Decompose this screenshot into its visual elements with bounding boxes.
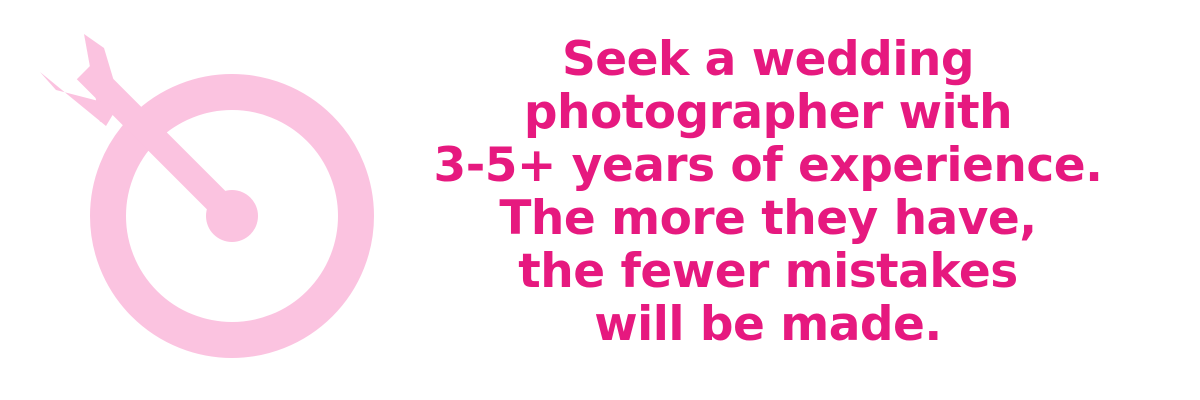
infographic-card: Seek a wedding photographer with 3-5+ ye… bbox=[0, 0, 1200, 400]
tip-line-1: Seek a wedding bbox=[561, 32, 975, 87]
tip-line-4: The more they have, bbox=[499, 191, 1037, 246]
tip-line-6: will be made. bbox=[594, 297, 942, 352]
tip-line-3: 3-5+ years of experience. bbox=[433, 138, 1103, 193]
target-graphic bbox=[0, 0, 400, 400]
tip-line-5: the fewer mistakes bbox=[518, 244, 1018, 299]
target-with-arrow-icon bbox=[40, 34, 374, 358]
experience-tip-text: Seek a wedding photographer with 3-5+ ye… bbox=[418, 33, 1118, 351]
tip-line-2: photographer with bbox=[523, 85, 1013, 140]
